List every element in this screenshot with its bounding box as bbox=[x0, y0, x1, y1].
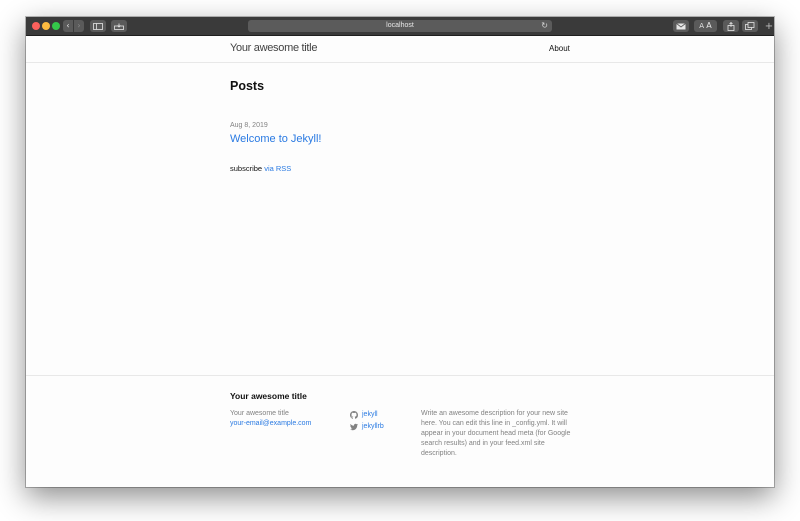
new-tab-button[interactable]: + bbox=[764, 20, 774, 34]
envelope-icon bbox=[676, 22, 686, 29]
rss-link[interactable]: via RSS bbox=[264, 164, 291, 173]
site-title-link[interactable]: Your awesome title bbox=[230, 42, 317, 54]
twitter-icon bbox=[350, 423, 358, 431]
address-text: localhost bbox=[386, 22, 414, 29]
address-bar[interactable]: localhost ↻ bbox=[248, 20, 552, 32]
footer-social: jekyll jekyllrb bbox=[350, 409, 384, 433]
github-username[interactable]: jekyll bbox=[362, 409, 378, 421]
web-page: Your awesome title About Posts Aug 8, 20… bbox=[26, 36, 774, 487]
tab-overview-button[interactable] bbox=[742, 20, 758, 32]
subscribe-text: subscribe bbox=[230, 164, 263, 173]
close-window-button[interactable] bbox=[32, 22, 40, 30]
minimize-window-button[interactable] bbox=[42, 22, 50, 30]
site-header: Your awesome title About bbox=[26, 36, 774, 63]
sidebar-toggle-button[interactable] bbox=[90, 20, 106, 32]
footer-name: Your awesome title bbox=[230, 410, 289, 417]
twitter-username[interactable]: jekyllrb bbox=[362, 421, 384, 433]
reload-icon[interactable]: ↻ bbox=[541, 20, 548, 32]
forward-button[interactable]: › bbox=[74, 20, 84, 32]
nav-about-link[interactable]: About bbox=[549, 44, 570, 53]
back-button[interactable]: ‹ bbox=[63, 20, 73, 32]
sidebar-icon bbox=[93, 22, 103, 30]
tabs-icon bbox=[745, 22, 755, 30]
github-link[interactable]: jekyll bbox=[350, 409, 384, 421]
share-button[interactable] bbox=[723, 20, 739, 32]
mail-button[interactable] bbox=[673, 20, 689, 32]
footer-email-link[interactable]: your-email@example.com bbox=[230, 419, 311, 429]
downloads-button[interactable] bbox=[111, 20, 127, 32]
footer-contact: Your awesome title your-email@example.co… bbox=[230, 409, 311, 429]
browser-toolbar: ‹ › localhost ↻ A A + bbox=[26, 17, 774, 36]
post-date: Aug 8, 2019 bbox=[230, 122, 268, 129]
browser-window: ‹ › localhost ↻ A A + Your awesome title… bbox=[26, 17, 774, 487]
site-description: Write an awesome description for your ne… bbox=[421, 410, 571, 457]
posts-heading: Posts bbox=[230, 79, 265, 93]
text-size-button[interactable]: A A bbox=[694, 20, 717, 32]
tray-icon bbox=[114, 23, 124, 30]
subscribe-line: subscribe via RSS bbox=[230, 164, 291, 173]
zoom-window-button[interactable] bbox=[52, 22, 60, 30]
twitter-link[interactable]: jekyllrb bbox=[350, 421, 384, 433]
footer-heading: Your awesome title bbox=[230, 391, 307, 401]
github-icon bbox=[350, 411, 358, 419]
share-icon bbox=[727, 21, 735, 31]
site-footer: Your awesome title Your awesome title yo… bbox=[26, 375, 774, 487]
post-title-link[interactable]: Welcome to Jekyll! bbox=[230, 133, 322, 145]
